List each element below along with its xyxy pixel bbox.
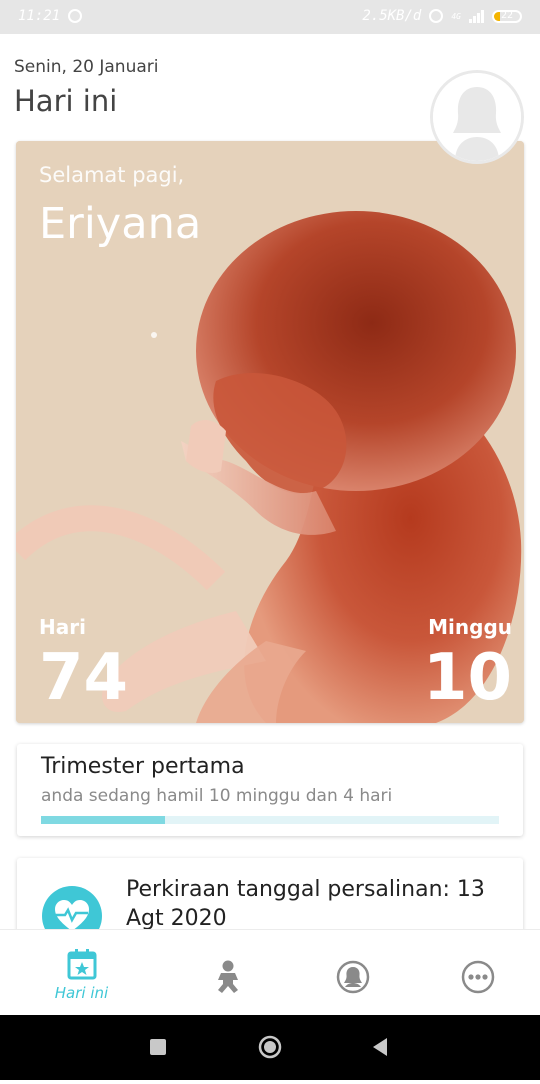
trimester-card[interactable]: Trimester pertama anda sedang hamil 10 m… [17, 744, 523, 836]
nav-profile[interactable] [285, 930, 420, 1016]
back-button[interactable] [340, 1015, 420, 1080]
more-icon [461, 960, 494, 994]
nav-today[interactable]: Hari ini [14, 930, 149, 1016]
status-time: 11:21 [18, 8, 61, 24]
greeting-text: Selamat pagi, [39, 163, 185, 187]
status-bar: 11:21 2.5KB/d 4G 22 [0, 0, 540, 34]
square-icon [150, 1039, 166, 1055]
user-silhouette-icon [433, 73, 521, 161]
network-speed: 2.5KB/d [362, 8, 422, 24]
trimester-subtitle: anda sedang hamil 10 minggu dan 4 hari [41, 786, 393, 806]
pregnancy-hero-card[interactable]: Selamat pagi, Eriyana Hari 74 Minggu 10 [16, 141, 524, 723]
calendar-star-icon [67, 949, 96, 980]
alarm-icon [429, 9, 444, 23]
due-date-text: Perkiraan tanggal persalinan: 13 Agt 202… [126, 877, 485, 931]
weeks-count: 10 [422, 641, 512, 715]
days-label: Hari [39, 615, 86, 639]
network-type: 4G [451, 11, 461, 21]
user-name: Eriyana [39, 199, 202, 249]
nav-today-label: Hari ini [54, 984, 109, 1002]
current-date: Senin, 20 Januari [14, 57, 159, 77]
triangle-back-icon [373, 1038, 387, 1056]
days-count: 74 [39, 641, 129, 715]
weeks-label: Minggu [428, 615, 512, 639]
battery-level: 22 [500, 9, 514, 21]
trimester-progress-bar [41, 816, 499, 824]
profile-icon [336, 960, 369, 994]
whatsapp-icon [68, 9, 83, 23]
system-navigation-bar [0, 1015, 540, 1080]
trimester-progress-fill [41, 816, 165, 824]
page-title: Hari ini [14, 84, 118, 118]
bottom-navigation: Hari ini [0, 929, 540, 1016]
baby-icon [217, 960, 238, 993]
signal-icon [469, 9, 484, 23]
avatar[interactable] [430, 70, 524, 164]
nav-more[interactable] [410, 930, 540, 1016]
nav-baby[interactable] [160, 930, 295, 1016]
home-button[interactable] [230, 1015, 310, 1080]
circle-icon [258, 1035, 282, 1059]
recents-button[interactable] [118, 1015, 198, 1080]
trimester-title: Trimester pertama [41, 754, 245, 779]
battery-icon: 22 [492, 9, 522, 23]
